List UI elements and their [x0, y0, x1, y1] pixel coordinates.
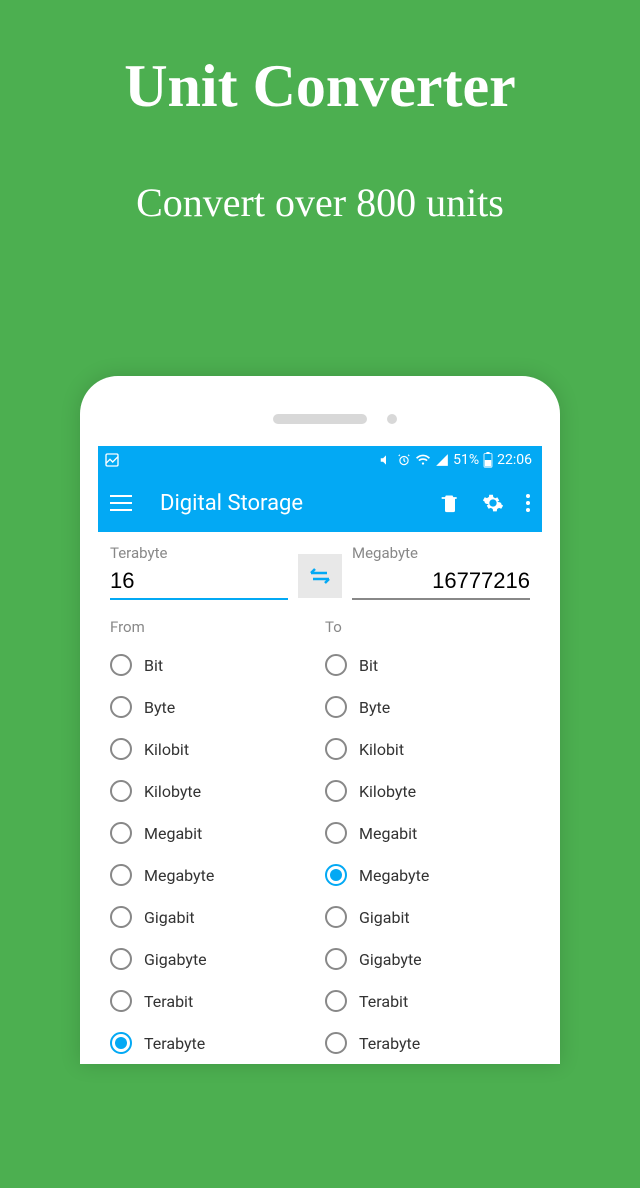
- to-unit-list: Bit Byte Kilobit Kilobyte Megabit Megabyte Gig…: [325, 644, 530, 1064]
- alarm-icon: [397, 453, 411, 467]
- swap-icon: [307, 566, 333, 586]
- screen: 51% 22:06 Digital Storage Terabyte: [98, 446, 542, 1064]
- phone-speaker: [273, 414, 367, 424]
- from-radio-row[interactable]: Terabyte: [110, 1022, 315, 1064]
- radio-label: Kilobit: [144, 740, 189, 759]
- app-title: Digital Storage: [160, 491, 440, 516]
- radio-icon: [325, 1032, 347, 1054]
- radio-icon: [110, 654, 132, 676]
- from-radio-row[interactable]: Gigabyte: [110, 938, 315, 980]
- radio-label: Gigabit: [144, 908, 195, 927]
- radio-label: Kilobit: [359, 740, 404, 759]
- radio-label: Gigabyte: [144, 950, 207, 969]
- image-icon: [104, 452, 120, 468]
- from-radio-row[interactable]: Terabit: [110, 980, 315, 1022]
- wifi-icon: [415, 453, 431, 467]
- radio-icon: [110, 780, 132, 802]
- from-radio-row[interactable]: Kilobit: [110, 728, 315, 770]
- from-radio-row[interactable]: Byte: [110, 686, 315, 728]
- radio-icon: [110, 948, 132, 970]
- battery-icon: [483, 452, 493, 468]
- radio-label: Terabit: [359, 992, 408, 1011]
- to-radio-row[interactable]: Terabyte: [325, 1022, 530, 1064]
- radio-label: Byte: [359, 698, 390, 717]
- from-column-label: From: [110, 618, 315, 636]
- radio-icon: [325, 696, 347, 718]
- from-radio-row[interactable]: Kilobyte: [110, 770, 315, 812]
- radio-label: Byte: [144, 698, 175, 717]
- mute-icon: [379, 453, 393, 467]
- radio-icon: [110, 696, 132, 718]
- to-radio-row[interactable]: Kilobyte: [325, 770, 530, 812]
- to-column-label: To: [325, 618, 530, 636]
- from-radio-row[interactable]: Megabit: [110, 812, 315, 854]
- radio-icon: [110, 990, 132, 1012]
- radio-label: Megabyte: [144, 866, 214, 885]
- to-radio-row[interactable]: Gigabyte: [325, 938, 530, 980]
- radio-icon: [325, 864, 347, 886]
- radio-icon: [110, 906, 132, 928]
- menu-icon[interactable]: [110, 495, 132, 511]
- from-radio-row[interactable]: Bit: [110, 644, 315, 686]
- more-icon[interactable]: [526, 494, 530, 512]
- radio-icon: [110, 738, 132, 760]
- to-radio-row[interactable]: Megabyte: [325, 854, 530, 896]
- radio-label: Gigabyte: [359, 950, 422, 969]
- to-input[interactable]: [352, 562, 530, 600]
- to-radio-row[interactable]: Bit: [325, 644, 530, 686]
- to-input-label: Megabyte: [352, 544, 530, 562]
- radio-icon: [110, 864, 132, 886]
- app-bar: Digital Storage: [98, 474, 542, 532]
- radio-label: Terabyte: [144, 1034, 205, 1053]
- to-radio-row[interactable]: Megabit: [325, 812, 530, 854]
- radio-icon: [325, 822, 347, 844]
- radio-icon: [325, 738, 347, 760]
- gear-icon[interactable]: [482, 492, 504, 514]
- to-radio-row[interactable]: Gigabit: [325, 896, 530, 938]
- radio-label: Megabyte: [359, 866, 429, 885]
- to-radio-row[interactable]: Terabit: [325, 980, 530, 1022]
- from-radio-row[interactable]: Gigabit: [110, 896, 315, 938]
- radio-icon: [325, 990, 347, 1012]
- radio-label: Bit: [359, 656, 378, 675]
- radio-label: Megabit: [359, 824, 417, 843]
- radio-icon: [325, 654, 347, 676]
- radio-label: Bit: [144, 656, 163, 675]
- promo-subtitle: Convert over 800 units: [0, 179, 640, 226]
- radio-icon: [325, 906, 347, 928]
- from-radio-row[interactable]: Megabyte: [110, 854, 315, 896]
- radio-label: Gigabit: [359, 908, 410, 927]
- swap-button[interactable]: [298, 554, 342, 598]
- radio-icon: [110, 1032, 132, 1054]
- status-bar: 51% 22:06: [98, 446, 542, 474]
- status-time: 22:06: [497, 452, 532, 468]
- radio-label: Kilobyte: [144, 782, 201, 801]
- phone-sensor: [387, 414, 397, 424]
- radio-icon: [325, 780, 347, 802]
- battery-percent: 51%: [453, 452, 479, 468]
- to-radio-row[interactable]: Kilobit: [325, 728, 530, 770]
- radio-label: Kilobyte: [359, 782, 416, 801]
- from-input-label: Terabyte: [110, 544, 288, 562]
- radio-label: Megabit: [144, 824, 202, 843]
- promo-title: Unit Converter: [0, 52, 640, 121]
- from-unit-list: Bit Byte Kilobit Kilobyte Megabit Megabyte Gig…: [110, 644, 315, 1064]
- radio-label: Terabit: [144, 992, 193, 1011]
- phone-mockup: 51% 22:06 Digital Storage Terabyte: [80, 376, 560, 1064]
- from-input[interactable]: [110, 562, 288, 600]
- to-radio-row[interactable]: Byte: [325, 686, 530, 728]
- signal-icon: [435, 453, 449, 467]
- delete-icon[interactable]: [440, 492, 460, 514]
- radio-icon: [110, 822, 132, 844]
- radio-label: Terabyte: [359, 1034, 420, 1053]
- radio-icon: [325, 948, 347, 970]
